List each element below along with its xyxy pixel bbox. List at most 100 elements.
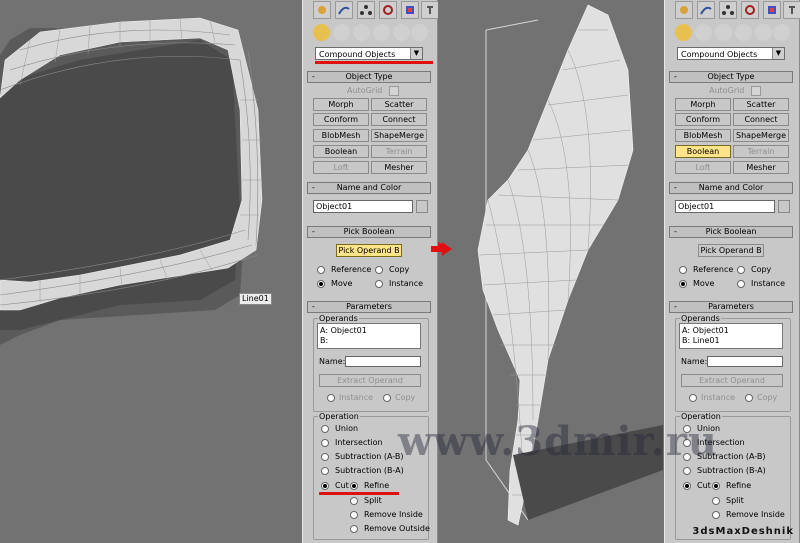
operand-a[interactable]: A: Object01 xyxy=(682,326,780,336)
category-dropdown[interactable]: Compound Objects ▼ xyxy=(315,47,423,60)
pick-boolean-rollout[interactable]: - Pick Boolean xyxy=(669,226,793,238)
subtraction-ab-radio[interactable] xyxy=(321,453,329,461)
extract-operand-button[interactable]: Extract Operand xyxy=(319,374,421,387)
boolean-button[interactable]: Boolean xyxy=(675,145,731,158)
lights-icon[interactable] xyxy=(715,24,732,41)
morph-button[interactable]: Morph xyxy=(313,98,369,111)
connect-button[interactable]: Connect xyxy=(371,113,427,126)
parameters-rollout[interactable]: - Parameters xyxy=(307,301,431,313)
remove-inside-radio[interactable] xyxy=(712,511,720,519)
display-tab-icon[interactable] xyxy=(763,1,781,19)
operand-a[interactable]: A: Object01 xyxy=(320,326,418,336)
morph-button[interactable]: Morph xyxy=(675,98,731,111)
reference-radio[interactable] xyxy=(317,266,325,274)
loft-button[interactable]: Loft xyxy=(675,161,731,174)
autogrid-checkbox[interactable] xyxy=(389,86,399,96)
refine-radio[interactable] xyxy=(712,482,720,490)
cut-radio[interactable] xyxy=(683,482,691,490)
modify-tab-icon[interactable] xyxy=(697,1,715,19)
geometry-icon[interactable] xyxy=(675,24,692,41)
copy-radio[interactable] xyxy=(737,266,745,274)
split-radio[interactable] xyxy=(350,497,358,505)
move-radio[interactable] xyxy=(679,280,687,288)
hierarchy-tab-icon[interactable] xyxy=(357,1,375,19)
spacewarps-icon[interactable] xyxy=(411,24,428,41)
copy-radio[interactable] xyxy=(375,266,383,274)
extract-instance-radio[interactable] xyxy=(689,394,697,402)
pick-boolean-rollout[interactable]: - Pick Boolean xyxy=(307,226,431,238)
move-radio[interactable] xyxy=(317,280,325,288)
color-swatch[interactable] xyxy=(416,200,428,213)
extract-copy-radio[interactable] xyxy=(383,394,391,402)
name-color-rollout[interactable]: - Name and Color xyxy=(669,182,793,194)
create-tab-icon[interactable] xyxy=(313,1,331,19)
object-type-rollout[interactable]: - Object Type xyxy=(669,71,793,83)
shapemerge-button[interactable]: ShapeMerge xyxy=(733,129,789,142)
blobmesh-button[interactable]: BlobMesh xyxy=(675,129,731,142)
lights-icon[interactable] xyxy=(353,24,370,41)
operand-b[interactable]: B: Line01 xyxy=(682,336,780,346)
utilities-tab-icon[interactable] xyxy=(783,1,800,19)
instance-radio[interactable] xyxy=(737,280,745,288)
connect-button[interactable]: Connect xyxy=(733,113,789,126)
display-tab-icon[interactable] xyxy=(401,1,419,19)
terrain-button[interactable]: Terrain xyxy=(371,145,427,158)
operand-name-field[interactable] xyxy=(707,356,783,367)
create-tab-icon[interactable] xyxy=(675,1,693,19)
shapemerge-button[interactable]: ShapeMerge xyxy=(371,129,427,142)
helpers-icon[interactable] xyxy=(393,24,410,41)
intersection-radio[interactable] xyxy=(321,439,329,447)
operands-list[interactable]: A: Object01 B: xyxy=(317,323,421,349)
operand-b[interactable]: B: xyxy=(320,336,418,346)
operand-name-field[interactable] xyxy=(345,356,421,367)
object-name-field[interactable]: Object01 xyxy=(675,200,775,213)
operands-list[interactable]: A: Object01 B: Line01 xyxy=(679,323,783,349)
color-swatch[interactable] xyxy=(778,200,790,213)
extract-copy-radio[interactable] xyxy=(745,394,753,402)
object-type-rollout[interactable]: - Object Type xyxy=(307,71,431,83)
conform-button[interactable]: Conform xyxy=(675,113,731,126)
mesher-button[interactable]: Mesher xyxy=(733,161,789,174)
instance-radio[interactable] xyxy=(375,280,383,288)
boolean-button[interactable]: Boolean xyxy=(313,145,369,158)
spacewarps-icon[interactable] xyxy=(773,24,790,41)
autogrid-checkbox[interactable] xyxy=(751,86,761,96)
mesher-button[interactable]: Mesher xyxy=(371,161,427,174)
geometry-icon[interactable] xyxy=(313,24,330,41)
cameras-icon[interactable] xyxy=(373,24,390,41)
helpers-icon[interactable] xyxy=(755,24,772,41)
refine-radio[interactable] xyxy=(350,482,358,490)
object-name-field[interactable]: Object01 xyxy=(313,200,413,213)
parameters-rollout[interactable]: - Parameters xyxy=(669,301,793,313)
extract-instance-radio[interactable] xyxy=(327,394,335,402)
hierarchy-tab-icon[interactable] xyxy=(719,1,737,19)
remove-inside-radio[interactable] xyxy=(350,511,358,519)
category-dropdown[interactable]: Compound Objects ▼ xyxy=(677,47,785,60)
loft-button[interactable]: Loft xyxy=(313,161,369,174)
modify-tab-icon[interactable] xyxy=(335,1,353,19)
cameras-icon[interactable] xyxy=(735,24,752,41)
motion-tab-icon[interactable] xyxy=(741,1,759,19)
split-radio[interactable] xyxy=(712,497,720,505)
union-radio[interactable] xyxy=(321,425,329,433)
left-viewport[interactable]: Line01 xyxy=(0,0,302,543)
name-color-rollout[interactable]: - Name and Color xyxy=(307,182,431,194)
utilities-tab-icon[interactable] xyxy=(421,1,439,19)
conform-button[interactable]: Conform xyxy=(313,113,369,126)
object-label: Line01 xyxy=(239,293,272,305)
extract-operand-button[interactable]: Extract Operand xyxy=(681,374,783,387)
terrain-button[interactable]: Terrain xyxy=(733,145,789,158)
motion-tab-icon[interactable] xyxy=(379,1,397,19)
scatter-button[interactable]: Scatter xyxy=(733,98,789,111)
shapes-icon[interactable] xyxy=(333,24,350,41)
pick-operand-b-button[interactable]: Pick Operand B xyxy=(336,244,402,257)
shapes-icon[interactable] xyxy=(695,24,712,41)
reference-radio[interactable] xyxy=(679,266,687,274)
cut-radio[interactable] xyxy=(321,482,329,490)
blobmesh-button[interactable]: BlobMesh xyxy=(313,129,369,142)
subtraction-ba-radio[interactable] xyxy=(321,467,329,475)
pick-operand-b-button[interactable]: Pick Operand B xyxy=(698,244,764,257)
scatter-button[interactable]: Scatter xyxy=(371,98,427,111)
subtraction-ba-radio[interactable] xyxy=(683,467,691,475)
remove-outside-radio[interactable] xyxy=(350,525,358,533)
